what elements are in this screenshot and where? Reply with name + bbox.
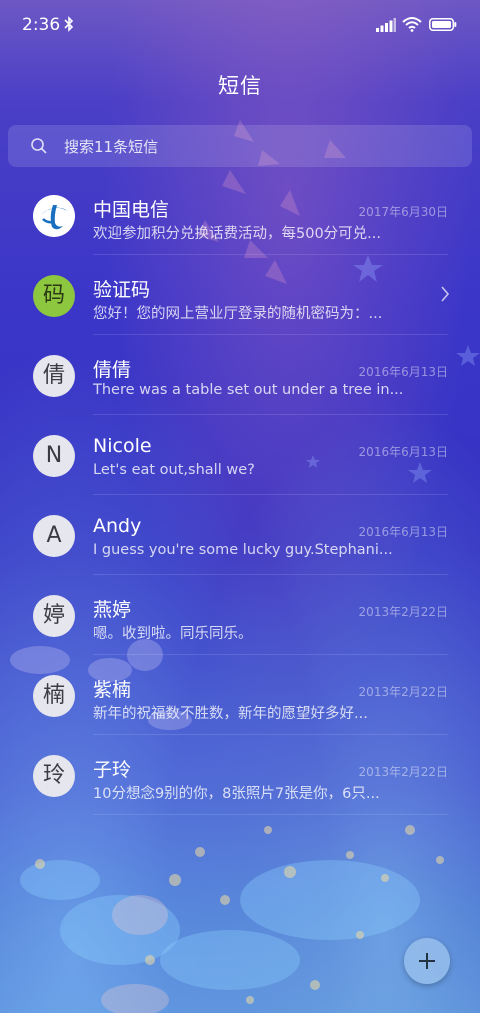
conversation-row[interactable]: 倩 倩倩 2016年6月13日 There was a table set ou…: [0, 335, 480, 415]
conversation-row[interactable]: 码 验证码 您好！您的网上营业厅登录的随机密码为：...: [0, 255, 480, 335]
avatar: 婷: [33, 595, 75, 637]
avatar: 倩: [33, 355, 75, 397]
message-preview: I guess you're some lucky guy.Stephani..…: [93, 542, 393, 558]
chevron-right-icon: [441, 286, 450, 302]
conversation-row[interactable]: 婷 燕婷 2013年2月22日 嗯。收到啦。同乐同乐。: [0, 575, 480, 655]
message-date: 2016年6月13日: [358, 445, 448, 459]
conversation-row[interactable]: 中国电信 2017年6月30日 欢迎参加积分兑换话费活动，每500分可兑...: [0, 175, 480, 255]
contact-name: Andy: [93, 515, 142, 537]
search-icon: [31, 138, 47, 154]
contact-name: 紫楠: [93, 679, 132, 701]
avatar: [33, 195, 75, 237]
avatar: N: [33, 435, 75, 477]
message-date: 2013年2月22日: [358, 605, 448, 619]
avatar: 楠: [33, 675, 75, 717]
signal-icon: [376, 18, 396, 32]
conversation-row[interactable]: N Nicole 2016年6月13日 Let's eat out,shall …: [0, 415, 480, 495]
conversation-row[interactable]: 玲 子玲 2013年2月22日 10分想念9别的你，8张照片7张是你，6只...: [0, 735, 480, 815]
message-preview: 新年的祝福数不胜数，新年的愿望好多好...: [93, 706, 368, 722]
message-preview: Let's eat out,shall we?: [93, 462, 255, 478]
bluetooth-icon: [64, 16, 74, 32]
message-date: 2017年6月30日: [358, 205, 448, 219]
conversation-list: 中国电信 2017年6月30日 欢迎参加积分兑换话费活动，每500分可兑... …: [0, 175, 480, 815]
compose-button[interactable]: [404, 938, 450, 984]
message-preview: 欢迎参加积分兑换话费活动，每500分可兑...: [93, 226, 382, 242]
search-placeholder: 搜索11条短信: [64, 138, 159, 156]
contact-name: 子玲: [93, 759, 132, 781]
page-title: 短信: [218, 74, 262, 98]
contact-name: 中国电信: [93, 199, 170, 221]
plus-icon: [419, 953, 435, 969]
contact-name: 燕婷: [93, 599, 132, 621]
china-telecom-logo-icon: [33, 195, 75, 237]
avatar: A: [33, 515, 75, 557]
avatar: 码: [33, 275, 75, 317]
message-preview: 嗯。收到啦。同乐同乐。: [93, 626, 253, 642]
message-date: 2013年2月22日: [358, 685, 448, 699]
status-time: 2:36: [22, 15, 61, 35]
message-date: 2016年6月13日: [358, 365, 448, 379]
message-preview: 10分想念9别的你，8张照片7张是你，6只...: [93, 786, 380, 802]
conversation-row[interactable]: A Andy 2016年6月13日 I guess you're some lu…: [0, 495, 480, 575]
search-input[interactable]: 搜索11条短信: [8, 125, 472, 167]
contact-name: 倩倩: [93, 359, 132, 381]
wifi-icon: [402, 17, 422, 32]
message-date: 2013年2月22日: [358, 765, 448, 779]
message-preview: 您好！您的网上营业厅登录的随机密码为：...: [93, 306, 383, 322]
contact-name: Nicole: [93, 435, 152, 457]
message-preview: There was a table set out under a tree i…: [93, 382, 404, 398]
conversation-row[interactable]: 楠 紫楠 2013年2月22日 新年的祝福数不胜数，新年的愿望好多好...: [0, 655, 480, 735]
avatar: 玲: [33, 755, 75, 797]
status-bar: 2:36: [0, 0, 480, 52]
battery-icon: [429, 18, 457, 31]
message-date: 2016年6月13日: [358, 525, 448, 539]
contact-name: 验证码: [93, 279, 151, 301]
